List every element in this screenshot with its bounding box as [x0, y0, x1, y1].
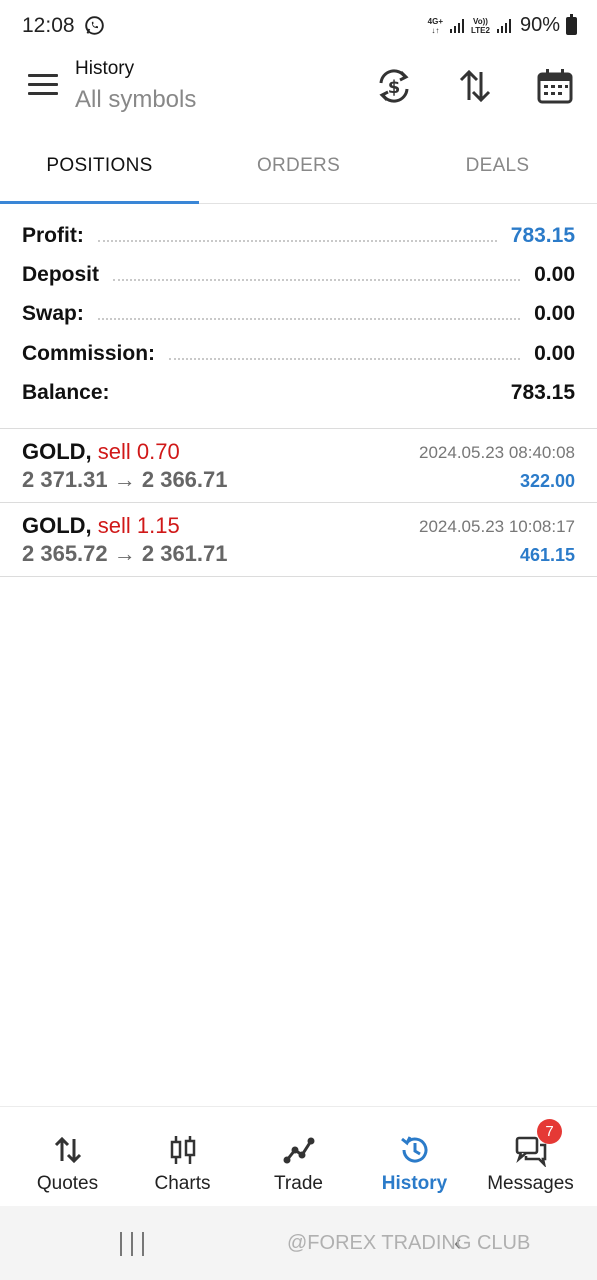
- divider: [0, 576, 597, 577]
- network-lte-bottom: LTE2: [471, 25, 490, 35]
- app-header: History All symbols $: [0, 52, 597, 128]
- status-time: 12:08: [22, 14, 75, 37]
- dotted-leader: [113, 278, 521, 281]
- candlestick-icon: [170, 1136, 195, 1164]
- dotted-leader: [169, 357, 521, 360]
- profit-label: Profit:: [22, 223, 84, 247]
- deal-prices: 2 365.72 → 2 361.71: [22, 541, 228, 566]
- deal-symbol-name: GOLD,: [22, 513, 92, 538]
- active-tab-indicator: [0, 201, 199, 204]
- menu-icon[interactable]: [28, 74, 58, 98]
- deposit-label: Deposit: [22, 262, 100, 286]
- balance-value: 783.15: [510, 380, 575, 404]
- network-4g-top: 4G+: [427, 16, 443, 26]
- balance-label: Balance:: [22, 380, 110, 404]
- currency-sync-icon[interactable]: $: [374, 66, 414, 106]
- whatsapp-icon: [85, 16, 104, 35]
- svg-text:$: $: [388, 77, 401, 98]
- list-item[interactable]: GOLD, sell 1.15 2 365.72 → 2 361.71 2024…: [0, 503, 597, 577]
- deal-symbol: GOLD, sell 0.70: [22, 439, 180, 465]
- summary-row-deposit: Deposit 0.00: [0, 255, 597, 294]
- dotted-leader: [97, 239, 497, 242]
- watermark: @FOREX TRADING CLUB: [287, 1232, 531, 1254]
- deposit-value: 0.00: [534, 262, 575, 286]
- nav-charts-label: Charts: [154, 1173, 211, 1194]
- summary-row-balance: Balance: 783.15: [0, 373, 597, 412]
- profit-value: 783.15: [510, 223, 575, 247]
- summary-panel: Profit: 783.15 Deposit 0.00 Swap: 0.00 C…: [0, 216, 597, 412]
- bottom-navigation: Quotes Charts Trade History 7 Messages: [0, 1106, 597, 1206]
- signal-icon-1: [450, 18, 464, 33]
- deal-symbol-name: GOLD,: [22, 439, 92, 464]
- status-indicators: 4G+ ↓↑ Vo)) LTE2 90%: [428, 13, 577, 37]
- nav-quotes[interactable]: Quotes: [8, 1107, 127, 1207]
- history-tabs: POSITIONS ORDERS DEALS: [0, 128, 597, 204]
- messages-badge: 7: [537, 1119, 562, 1144]
- nav-trade[interactable]: Trade: [239, 1107, 358, 1207]
- history-clock-icon: [400, 1136, 427, 1163]
- nav-quotes-label: Quotes: [36, 1173, 99, 1194]
- network-lte-label: Vo)) LTE2: [471, 17, 490, 35]
- nav-charts[interactable]: Charts: [123, 1107, 242, 1207]
- nav-trade-label: Trade: [274, 1173, 323, 1194]
- nav-history[interactable]: History: [355, 1107, 474, 1207]
- swap-value: 0.00: [534, 302, 575, 326]
- page-title: History: [75, 58, 135, 79]
- deal-time: 2024.05.23 10:08:17: [419, 517, 575, 536]
- nav-history-label: History: [381, 1173, 448, 1194]
- symbol-filter[interactable]: All symbols: [75, 86, 196, 114]
- status-bar: 12:08 4G+ ↓↑ Vo)) LTE2 90%: [0, 0, 597, 52]
- network-volte-top: Vo)): [473, 16, 488, 26]
- network-4g-bottom: ↓↑: [431, 25, 440, 35]
- nav-messages-label: Messages: [487, 1173, 574, 1194]
- signal-icon-2: [496, 18, 511, 33]
- swap-label: Swap:: [22, 302, 84, 326]
- tab-positions[interactable]: POSITIONS: [0, 128, 199, 204]
- deal-time: 2024.05.23 08:40:08: [419, 443, 575, 462]
- commission-label: Commission:: [22, 341, 156, 365]
- deal-side: sell 1.15: [97, 513, 180, 538]
- summary-row-profit: Profit: 783.15: [0, 216, 597, 255]
- deal-side: sell 0.70: [97, 439, 180, 464]
- list-item[interactable]: GOLD, sell 0.70 2 371.31 → 2 366.71 2024…: [0, 429, 597, 503]
- calendar-icon[interactable]: [535, 66, 575, 106]
- tab-deals[interactable]: DEALS: [398, 128, 597, 204]
- system-navigation-bar: ‹ @FOREX TRADING CLUB: [0, 1206, 597, 1280]
- tab-orders[interactable]: ORDERS: [199, 128, 398, 204]
- battery-icon: [566, 13, 577, 35]
- summary-row-swap: Swap: 0.00: [0, 295, 597, 334]
- deal-prices: 2 371.31 → 2 366.71: [22, 467, 228, 492]
- summary-row-commission: Commission: 0.00: [0, 334, 597, 373]
- deal-profit: 322.00: [519, 471, 575, 491]
- deal-profit: 461.15: [519, 545, 575, 565]
- sort-icon[interactable]: [455, 66, 495, 106]
- network-4g-label: 4G+ ↓↑: [428, 17, 443, 35]
- battery-percent: 90%: [519, 14, 560, 36]
- commission-value: 0.00: [534, 341, 575, 365]
- recent-apps-icon[interactable]: [120, 1232, 146, 1256]
- quotes-arrows-icon: [54, 1136, 81, 1164]
- nav-messages[interactable]: 7 Messages: [471, 1107, 590, 1207]
- dotted-leader: [97, 318, 521, 321]
- deal-symbol: GOLD, sell 1.15: [22, 513, 180, 539]
- trade-line-icon: [283, 1137, 314, 1164]
